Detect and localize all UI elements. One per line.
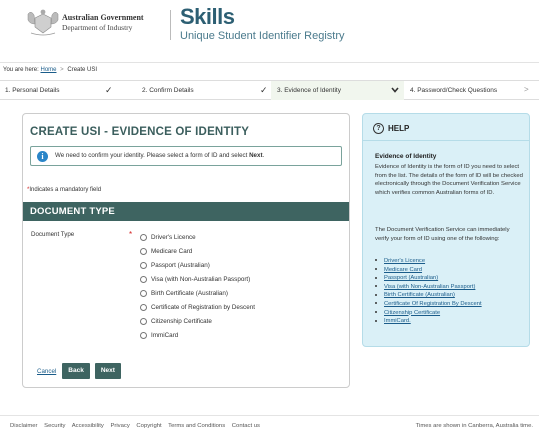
- question-icon: ?: [373, 123, 384, 134]
- breadcrumb: You are here: Home > Create USI: [0, 62, 539, 77]
- radio-option[interactable]: Medicare Card: [140, 244, 255, 258]
- evidence-of-identity-panel: CREATE USI - EVIDENCE OF IDENTITY i We n…: [22, 113, 350, 388]
- bullet-icon: [375, 259, 377, 262]
- back-button[interactable]: Back: [62, 363, 90, 379]
- skills-brand[interactable]: Skills: [180, 4, 235, 30]
- footer-link-terms[interactable]: Terms and Conditions: [168, 423, 225, 429]
- footer-link-copyright[interactable]: Copyright: [136, 423, 161, 429]
- step-label: 1. Personal Details: [5, 87, 60, 94]
- step-personal-details[interactable]: 1. Personal Details ✓: [0, 81, 136, 100]
- help-link[interactable]: Birth Certificate (Australian): [375, 291, 482, 300]
- page-title: CREATE USI - EVIDENCE OF IDENTITY: [30, 126, 250, 138]
- radio-option[interactable]: Visa (with Non-Australian Passport): [140, 272, 255, 286]
- site-header: Australian Government Department of Indu…: [0, 0, 539, 58]
- radio-button[interactable]: [140, 247, 147, 255]
- coat-of-arms-icon: [27, 9, 59, 36]
- help-link[interactable]: Certificate Of Registration By Descent: [375, 300, 482, 309]
- check-icon: ✓: [105, 85, 113, 95]
- help-link[interactable]: Visa (with Non-Australian Passport): [375, 283, 482, 292]
- document-type-radio-group: Driver's Licence Medicare Card Passport …: [140, 230, 255, 342]
- registry-subtitle: Unique Student Identifier Registry: [180, 30, 345, 42]
- site-footer: Disclaimer Security Accessibility Privac…: [0, 415, 539, 432]
- footer-links: Disclaimer Security Accessibility Privac…: [10, 423, 265, 429]
- step-password-questions[interactable]: 4. Password/Check Questions: [404, 81, 534, 100]
- breadcrumb-prefix: You are here:: [3, 67, 39, 73]
- breadcrumb-home-link[interactable]: Home: [40, 67, 56, 73]
- help-subtitle: Evidence of Identity: [375, 153, 437, 160]
- help-divider: [363, 140, 529, 141]
- help-paragraph: Evidence of Identity is the form of ID y…: [375, 164, 523, 196]
- footer-link-disclaimer[interactable]: Disclaimer: [10, 423, 38, 429]
- chevron-right-icon: >: [524, 85, 529, 94]
- help-link[interactable]: Passport (Australian): [375, 274, 482, 283]
- radio-button[interactable]: [140, 261, 147, 269]
- radio-option[interactable]: Driver's Licence: [140, 230, 255, 244]
- government-logo-text: Australian Government Department of Indu…: [62, 13, 144, 33]
- section-header: DOCUMENT TYPE: [23, 202, 349, 221]
- radio-button[interactable]: [140, 317, 147, 325]
- bullet-icon: [375, 276, 377, 279]
- info-message: i We need to confirm your identity. Plea…: [30, 146, 342, 166]
- help-paragraph: The Document Verification Service can im…: [375, 227, 510, 242]
- header-divider: [170, 10, 171, 40]
- check-icon: ✓: [260, 85, 268, 95]
- radio-option[interactable]: ImmiCard: [140, 328, 255, 342]
- help-title: HELP: [388, 124, 410, 133]
- step-label: 3. Evidence of Identity: [277, 87, 341, 94]
- progress-steps: 1. Personal Details ✓ 2. Confirm Details…: [0, 80, 539, 100]
- mandatory-note: *Indicates a mandatory field: [27, 187, 102, 193]
- help-link[interactable]: Citizenship Certificate: [375, 309, 482, 318]
- radio-option[interactable]: Birth Certificate (Australian): [140, 286, 255, 300]
- radio-button[interactable]: [140, 303, 147, 311]
- breadcrumb-current: Create USI: [67, 67, 98, 73]
- help-header: ? HELP: [373, 123, 409, 134]
- document-type-label: Document Type: [31, 231, 75, 238]
- chevron-down-icon: [391, 87, 399, 93]
- form-actions: Cancel Back Next: [37, 363, 126, 379]
- bullet-icon: [375, 319, 377, 322]
- department-name: Department of Industry: [62, 23, 133, 32]
- help-link[interactable]: Medicare Card: [375, 266, 482, 275]
- radio-option[interactable]: Certificate of Registration by Descent: [140, 300, 255, 314]
- info-icon: i: [37, 151, 48, 162]
- radio-option[interactable]: Passport (Australian): [140, 258, 255, 272]
- step-label: 4. Password/Check Questions: [410, 87, 498, 94]
- help-link[interactable]: ImmiCard.: [375, 317, 482, 326]
- help-link[interactable]: Driver's Licence: [375, 257, 482, 266]
- bullet-icon: [375, 285, 377, 288]
- help-panel: ? HELP Evidence of Identity Evidence of …: [362, 113, 530, 347]
- next-button[interactable]: Next: [94, 363, 121, 379]
- footer-link-contact[interactable]: Contact us: [232, 423, 260, 429]
- step-label: 2. Confirm Details: [142, 87, 194, 94]
- radio-option[interactable]: Citizenship Certificate: [140, 314, 255, 328]
- help-links-list: Driver's Licence Medicare Card Passport …: [375, 257, 482, 326]
- bullet-icon: [375, 293, 377, 296]
- bullet-icon: [375, 311, 377, 314]
- step-confirm-details[interactable]: 2. Confirm Details ✓: [136, 81, 271, 100]
- radio-button[interactable]: [140, 289, 147, 297]
- radio-button[interactable]: [140, 233, 147, 241]
- bullet-icon: [375, 268, 377, 271]
- info-text: We need to confirm your identity. Please…: [55, 152, 265, 159]
- cancel-link[interactable]: Cancel: [37, 368, 56, 375]
- footer-link-accessibility[interactable]: Accessibility: [72, 423, 104, 429]
- breadcrumb-separator: >: [60, 67, 64, 73]
- asterisk-icon: *: [129, 230, 133, 239]
- bullet-icon: [375, 302, 377, 305]
- footer-link-privacy[interactable]: Privacy: [110, 423, 129, 429]
- timezone-note: Times are shown in Canberra, Australia t…: [415, 423, 533, 429]
- gov-name: Australian Government: [62, 13, 144, 22]
- step-evidence-of-identity[interactable]: 3. Evidence of Identity: [271, 81, 404, 100]
- radio-button[interactable]: [140, 275, 147, 283]
- radio-button[interactable]: [140, 331, 147, 339]
- footer-link-security[interactable]: Security: [44, 423, 65, 429]
